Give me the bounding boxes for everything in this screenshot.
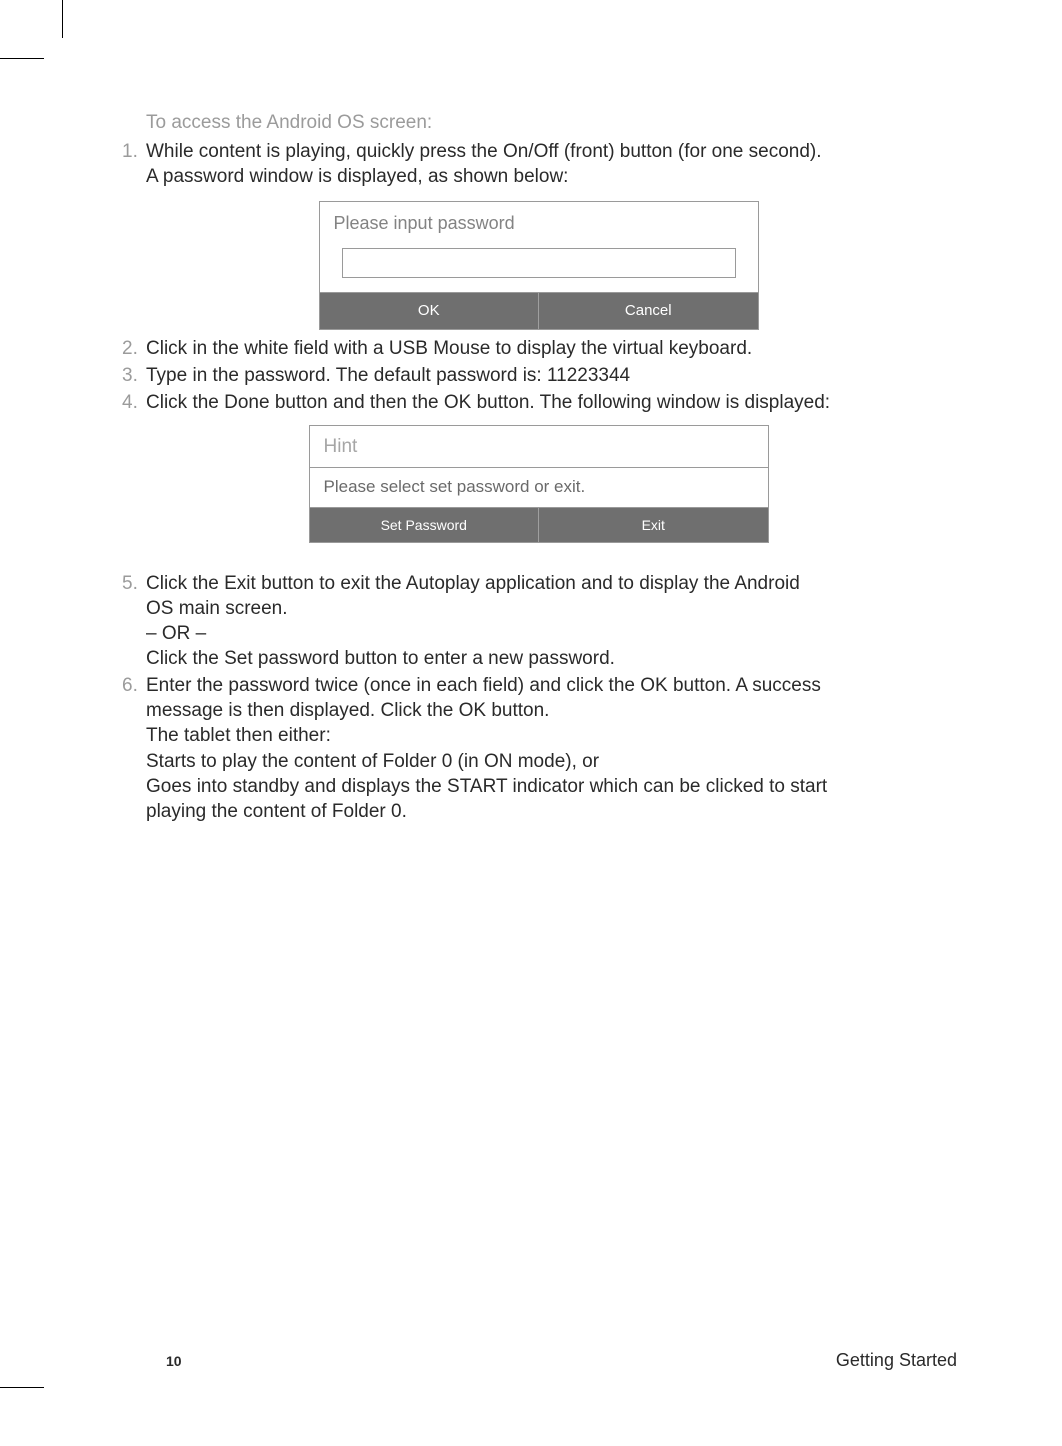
dialog-button-row: Set Password Exit xyxy=(310,507,768,542)
step-number: 4. xyxy=(122,390,146,415)
dialog-message: Please select set password or exit. xyxy=(310,467,768,506)
dialog-title: Please input password xyxy=(320,202,758,248)
step-3: 3.Type in the password. The default pass… xyxy=(120,363,957,388)
step-text: Type in the password. The default passwo… xyxy=(146,365,630,386)
step-text: playing the content of Folder 0. xyxy=(146,799,957,824)
step-text: Starts to play the content of Folder 0 (… xyxy=(146,749,957,774)
step-text: Enter the password twice (once in each f… xyxy=(146,675,821,696)
step-text: Click the Done button and then the OK bu… xyxy=(146,392,830,413)
section-name: Getting Started xyxy=(836,1350,957,1371)
step-number: 3. xyxy=(122,363,146,388)
dialog-button-row: OK Cancel xyxy=(320,292,758,329)
step-text: While content is playing, quickly press … xyxy=(146,141,822,162)
step-number: 6. xyxy=(122,673,146,698)
step-number: 2. xyxy=(122,336,146,361)
step-number: 1. xyxy=(122,139,146,164)
step-list: 2.Click in the white field with a USB Mo… xyxy=(120,336,957,415)
section-heading: To access the Android OS screen: xyxy=(146,110,957,135)
step-text: – OR – xyxy=(146,621,957,646)
hint-dialog: Hint Please select set password or exit.… xyxy=(309,425,769,543)
step-5: 5.Click the Exit button to exit the Auto… xyxy=(120,571,957,671)
ok-button[interactable]: OK xyxy=(320,292,539,329)
step-text: OS main screen. xyxy=(146,596,957,621)
step-text: A password window is displayed, as shown… xyxy=(146,164,957,189)
step-text: The tablet then either: xyxy=(146,723,957,748)
set-password-button[interactable]: Set Password xyxy=(310,508,539,542)
step-text: Goes into standby and displays the START… xyxy=(146,774,957,799)
step-4: 4.Click the Done button and then the OK … xyxy=(120,390,957,415)
step-1: 1.While content is playing, quickly pres… xyxy=(120,139,957,189)
page-footer: 10 Getting Started xyxy=(120,1350,957,1371)
password-input[interactable] xyxy=(342,248,736,278)
step-text: Click the Set password button to enter a… xyxy=(146,646,957,671)
step-list: 1.While content is playing, quickly pres… xyxy=(120,139,957,189)
page-number: 10 xyxy=(166,1353,182,1369)
password-field-row xyxy=(320,248,758,292)
password-dialog: Please input password OK Cancel xyxy=(319,201,759,330)
step-6: 6.Enter the password twice (once in each… xyxy=(120,673,957,823)
exit-button[interactable]: Exit xyxy=(538,508,768,542)
step-list: 5.Click the Exit button to exit the Auto… xyxy=(120,571,957,824)
step-2: 2.Click in the white field with a USB Mo… xyxy=(120,336,957,361)
step-text: Click in the white field with a USB Mous… xyxy=(146,338,752,359)
cancel-button[interactable]: Cancel xyxy=(538,292,758,329)
step-text: message is then displayed. Click the OK … xyxy=(146,698,957,723)
dialog-title: Hint xyxy=(310,426,768,467)
step-number: 5. xyxy=(122,571,146,596)
step-text: Click the Exit button to exit the Autopl… xyxy=(146,573,800,594)
